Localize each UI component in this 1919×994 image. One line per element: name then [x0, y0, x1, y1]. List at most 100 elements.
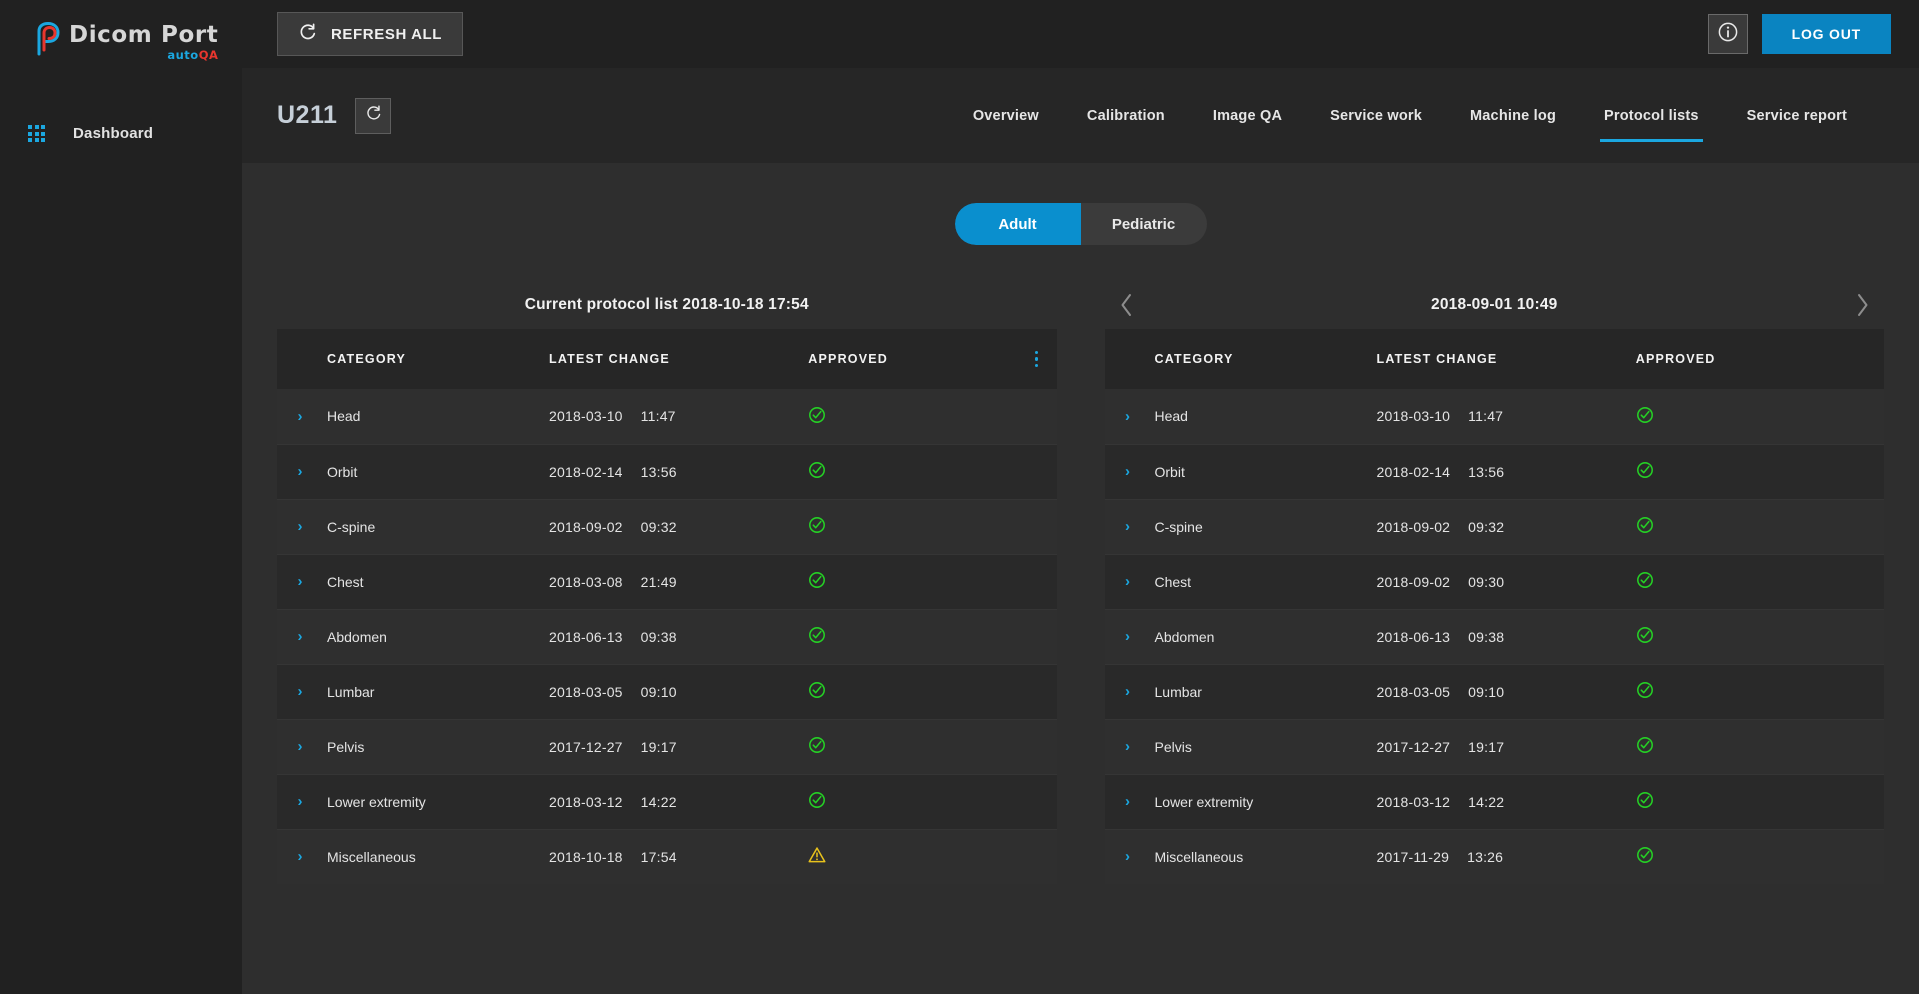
cell-menu — [1016, 664, 1057, 720]
brand-sub-qa: QA — [198, 48, 219, 62]
tab-machine-log[interactable]: Machine log — [1446, 68, 1580, 163]
cell-category: Abdomen — [323, 609, 550, 665]
table-row[interactable]: › Pelvis 2017-12-27 19:17 — [1104, 719, 1884, 775]
table-row[interactable]: › Head 2018-03-10 11:47 — [1104, 389, 1884, 445]
brand-sub-auto: auto — [167, 48, 199, 62]
row-expand-cell[interactable]: › — [1104, 554, 1151, 610]
cell-approved — [806, 499, 1017, 555]
table-row[interactable]: › Lower extremity 2018-03-12 14:22 — [1104, 774, 1884, 830]
table-row[interactable]: › Head 2018-03-10 11:47 — [277, 389, 1057, 445]
tab-service-work[interactable]: Service work — [1306, 68, 1446, 163]
tab-calibration[interactable]: Calibration — [1063, 68, 1189, 163]
approved-icon — [1636, 847, 1654, 867]
chevron-right-icon[interactable]: › — [298, 463, 303, 480]
chevron-right-icon[interactable]: › — [298, 848, 303, 865]
cell-approved — [1633, 664, 1844, 720]
chevron-right-icon[interactable]: › — [298, 793, 303, 810]
info-button[interactable] — [1707, 14, 1748, 54]
table-row[interactable]: › C-spine 2018-09-02 09:32 — [277, 499, 1057, 555]
row-expand-cell[interactable]: › — [1104, 664, 1151, 720]
cell-approved — [1633, 554, 1844, 610]
row-expand-cell[interactable]: › — [277, 499, 323, 555]
approved-icon — [808, 517, 826, 537]
row-expand-cell[interactable]: › — [277, 829, 323, 884]
approved-icon — [808, 737, 826, 757]
current-protocol-rows: › Head 2018-03-10 11:47 › Orbit 2018-02-14 13:5… — [277, 389, 1057, 884]
table-row[interactable]: › Orbit 2018-02-14 13:56 — [277, 444, 1057, 500]
cell-category: Pelvis — [1150, 719, 1377, 775]
table-row[interactable]: › Chest 2018-03-08 21:49 — [277, 554, 1057, 610]
row-expand-cell[interactable]: › — [1104, 774, 1151, 830]
tab-service-report[interactable]: Service report — [1723, 68, 1871, 163]
chevron-right-icon[interactable]: › — [298, 738, 303, 755]
cell-category: Miscellaneous — [327, 848, 416, 865]
chevron-right-icon[interactable]: › — [1125, 628, 1130, 645]
chevron-right-icon[interactable]: › — [1125, 573, 1130, 590]
chevron-right-icon[interactable]: › — [298, 408, 303, 425]
row-expand-cell[interactable]: › — [1105, 829, 1151, 884]
cell-category: C-spine — [1150, 499, 1377, 555]
cell-category: Miscellaneous — [1154, 848, 1244, 865]
brand-name: Dicom Port — [69, 22, 219, 48]
row-expand-cell[interactable]: › — [1104, 499, 1151, 555]
row-expand-cell[interactable]: › — [1104, 389, 1151, 445]
overflow-menu-icon[interactable] — [1017, 350, 1057, 368]
row-expand-cell[interactable]: › — [277, 609, 323, 665]
toggle-pediatric[interactable]: Pediatric — [1081, 203, 1207, 245]
table-row[interactable]: › C-spine 2018-09-02 09:32 — [1104, 499, 1884, 555]
next-version-button[interactable] — [1848, 288, 1876, 322]
tab-overview[interactable]: Overview — [949, 68, 1063, 163]
row-expand-cell[interactable]: › — [277, 444, 323, 500]
table-row[interactable]: › Lumbar 2018-03-05 09:10 — [1104, 664, 1884, 720]
logout-button[interactable]: LOG OUT — [1761, 14, 1891, 54]
table-row[interactable]: › Lower extremity 2018-03-12 14:22 — [277, 774, 1057, 830]
cell-menu — [1844, 774, 1884, 830]
row-expand-cell[interactable]: › — [1104, 719, 1151, 775]
chevron-right-icon[interactable]: › — [298, 628, 303, 645]
content-area: Adult Pediatric Current protocol list 20… — [242, 163, 1919, 994]
chevron-right-icon[interactable]: › — [298, 573, 303, 590]
chevron-right-icon[interactable]: › — [1125, 463, 1130, 480]
sidebar-item-dashboard[interactable]: Dashboard — [28, 125, 153, 142]
row-expand-cell[interactable]: › — [1104, 609, 1151, 665]
row-expand-cell[interactable]: › — [277, 389, 323, 445]
refresh-all-button[interactable]: REFRESH ALL — [277, 12, 464, 56]
tab-label: Service report — [1746, 107, 1847, 124]
header-category: CATEGORY — [323, 329, 550, 389]
cell-approved — [806, 719, 1017, 775]
chevron-right-icon[interactable]: › — [1125, 793, 1130, 810]
table-row[interactable]: › Abdomen 2018-06-13 09:38 — [1104, 609, 1884, 665]
brand-subtitle: autoQA — [167, 49, 218, 62]
cell-approved — [806, 609, 1017, 665]
row-expand-cell[interactable]: › — [277, 719, 323, 775]
machine-refresh-button[interactable] — [355, 97, 392, 134]
row-expand-cell[interactable]: › — [1104, 444, 1151, 500]
cell-latest-change: 2018-03-10 11:47 — [1376, 389, 1634, 445]
chevron-right-icon[interactable]: › — [1125, 518, 1130, 535]
cell-latest-change: 2018-09-02 09:30 — [1376, 554, 1634, 610]
previous-version-button[interactable] — [1113, 288, 1141, 322]
historic-protocol-panel: 2018-09-01 10:49 CATEGORY LATEST CHANGE … — [1104, 281, 1884, 884]
row-expand-cell[interactable]: › — [277, 664, 323, 720]
row-expand-cell[interactable]: › — [277, 774, 323, 830]
table-row[interactable]: › Miscellaneous 2017-11-29 13:26 — [1104, 829, 1884, 884]
cell-latest-change: 2018-03-12 14:22 — [549, 774, 807, 830]
chevron-right-icon[interactable]: › — [1125, 848, 1130, 865]
tab-protocol-lists[interactable]: Protocol lists — [1580, 68, 1723, 163]
table-row[interactable]: › Orbit 2018-02-14 13:56 — [1104, 444, 1884, 500]
table-row[interactable]: › Pelvis 2017-12-27 19:17 — [277, 719, 1057, 775]
chevron-right-icon[interactable]: › — [298, 518, 303, 535]
chevron-right-icon[interactable]: › — [1125, 408, 1130, 425]
cell-approved — [806, 774, 1017, 830]
chevron-right-icon[interactable]: › — [298, 683, 303, 700]
chevron-right-icon[interactable]: › — [1125, 683, 1130, 700]
toggle-adult[interactable]: Adult — [954, 203, 1081, 245]
row-expand-cell[interactable]: › — [277, 554, 323, 610]
table-row[interactable]: › Lumbar 2018-03-05 09:10 — [277, 664, 1057, 720]
chevron-right-icon[interactable]: › — [1125, 738, 1130, 755]
tab-image-qa[interactable]: Image QA — [1189, 68, 1306, 163]
current-protocol-header: Current protocol list 2018-10-18 17:54 — [277, 281, 1057, 329]
table-row[interactable]: › Abdomen 2018-06-13 09:38 — [277, 609, 1057, 665]
table-row[interactable]: › Miscellaneous 2018-10-18 17:54 — [277, 829, 1057, 884]
table-row[interactable]: › Chest 2018-09-02 09:30 — [1104, 554, 1884, 610]
